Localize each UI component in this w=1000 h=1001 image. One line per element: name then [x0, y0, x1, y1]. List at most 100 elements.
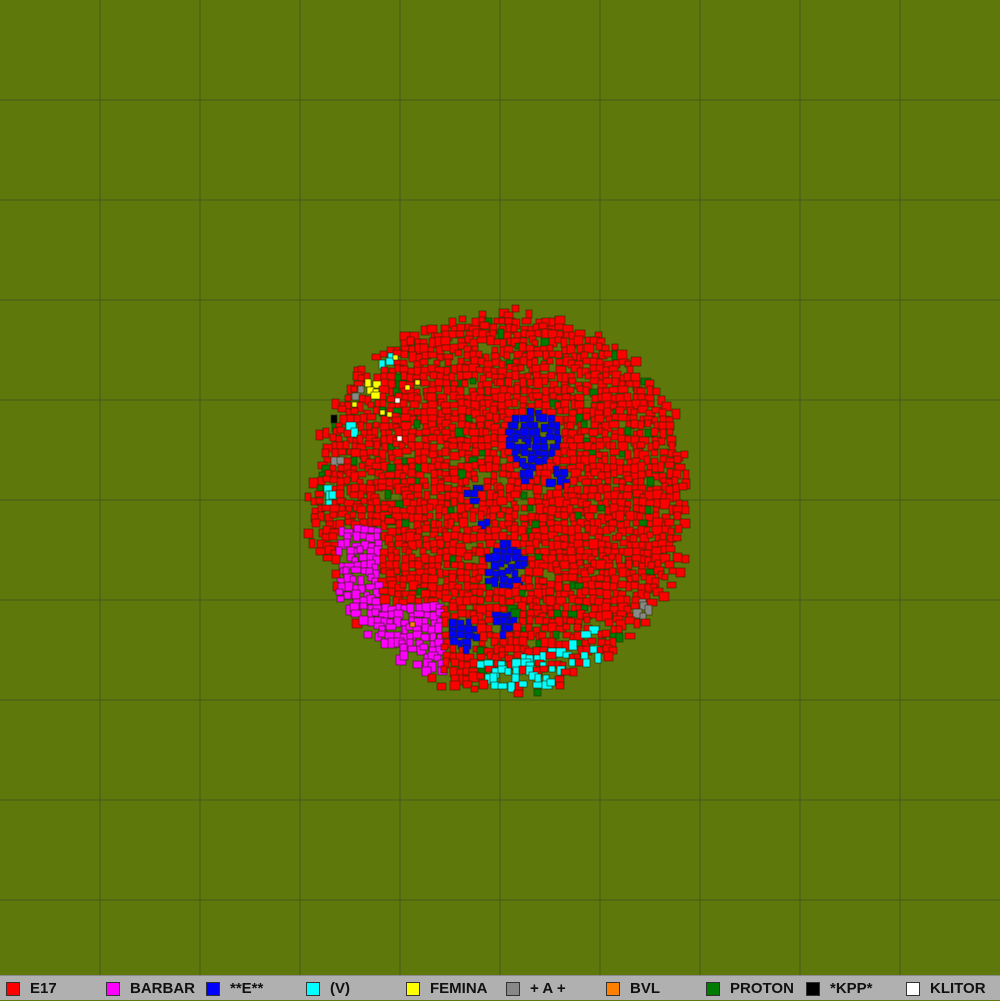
territory-cell	[616, 349, 628, 361]
territory-cell	[637, 420, 645, 430]
territory-cell	[450, 497, 458, 507]
territory-cell	[646, 476, 655, 487]
territory-cell	[568, 639, 578, 651]
territory-cell	[349, 511, 357, 519]
territory-cell	[545, 651, 557, 660]
territory-cell	[489, 672, 498, 684]
territory-cell	[372, 421, 380, 429]
territory-cell	[496, 378, 505, 387]
territory-cell	[510, 421, 519, 430]
territory-cell	[357, 385, 365, 394]
territory-cell	[427, 351, 438, 359]
territory-cell	[380, 638, 389, 649]
territory-cell	[476, 336, 488, 344]
territory-cell	[426, 512, 434, 520]
territory-cell	[569, 667, 578, 677]
territory-cell	[615, 632, 624, 643]
territory-cell	[659, 448, 669, 456]
territory-cell	[468, 428, 480, 437]
territory-cell	[356, 505, 367, 514]
territory-cell	[478, 679, 489, 690]
territory-cell	[533, 688, 542, 697]
territory-cell	[519, 514, 530, 522]
territory-cell	[393, 567, 401, 575]
territory-map-canvas[interactable]	[0, 0, 1000, 975]
territory-cell	[406, 603, 415, 614]
game-map[interactable]	[0, 0, 1000, 975]
territory-cell	[484, 595, 493, 603]
territory-cell	[545, 433, 557, 441]
territory-cell	[630, 602, 640, 610]
territory-cell	[311, 507, 319, 515]
territory-cell	[615, 532, 623, 541]
territory-cell	[601, 629, 611, 638]
territory-cell	[499, 605, 508, 613]
territory-cell	[553, 566, 562, 575]
territory-cell	[664, 518, 675, 527]
territory-cell	[554, 350, 563, 359]
territory-cell	[661, 573, 669, 581]
territory-cell	[625, 559, 633, 570]
territory-cell	[463, 552, 473, 561]
territory-cell	[608, 525, 616, 533]
territory-cell	[484, 568, 495, 577]
territory-cell	[644, 419, 652, 428]
territory-cell	[335, 588, 344, 596]
territory-cell	[525, 309, 533, 319]
gray-swatch-icon	[506, 981, 520, 996]
territory-cell	[470, 615, 479, 625]
territory-cell	[350, 456, 358, 466]
territory-cell	[513, 331, 522, 339]
territory-cell	[610, 433, 619, 441]
territory-cell	[400, 350, 409, 359]
territory-cell	[526, 504, 534, 512]
territory-cell	[412, 660, 423, 669]
territory-cell	[337, 405, 347, 413]
territory-cell	[636, 441, 646, 449]
territory-cell	[624, 449, 632, 461]
territory-cell	[675, 567, 686, 578]
territory-cell	[328, 532, 338, 541]
territory-cell	[449, 415, 460, 423]
territory-cell	[539, 363, 550, 372]
territory-cell	[583, 343, 595, 354]
territory-cell	[490, 440, 499, 448]
legend-item-kpp: *KPP*	[806, 976, 873, 1001]
territory-cell	[521, 317, 532, 325]
territory-cell	[407, 468, 416, 478]
territory-cell	[583, 616, 591, 624]
territory-cell	[404, 384, 411, 391]
territory-cell	[357, 421, 365, 432]
territory-cell	[343, 591, 352, 600]
territory-cell	[555, 681, 565, 690]
territory-cell	[681, 554, 690, 564]
territory-cell	[311, 518, 321, 528]
territory-cell	[485, 461, 493, 473]
territory-cell	[329, 511, 338, 519]
territory-cell	[534, 399, 543, 409]
territory-cell	[386, 411, 393, 418]
territory-cell	[519, 610, 527, 619]
territory-cell	[329, 433, 337, 442]
territory-cell	[400, 371, 408, 381]
territory-cell	[379, 350, 388, 358]
territory-cell	[646, 385, 654, 397]
territory-cell	[601, 344, 610, 352]
territory-cell	[441, 616, 449, 628]
legend-item-femina: FEMINA	[406, 976, 488, 1001]
territory-cell	[608, 386, 619, 394]
territory-cell	[357, 575, 365, 587]
legend-label-bvl: BVL	[630, 980, 660, 997]
territory-cell	[455, 330, 465, 338]
territory-cell	[560, 511, 569, 520]
territory-cell	[407, 645, 418, 653]
territory-cell	[532, 484, 543, 495]
territory-cell	[415, 539, 423, 549]
territory-cell	[525, 545, 535, 555]
territory-cell	[384, 489, 392, 500]
territory-cell	[658, 591, 670, 602]
legend-label-e: **E**	[230, 980, 264, 997]
territory-cell	[533, 377, 544, 389]
territory-cell	[503, 351, 511, 360]
territory-cell	[357, 470, 367, 478]
